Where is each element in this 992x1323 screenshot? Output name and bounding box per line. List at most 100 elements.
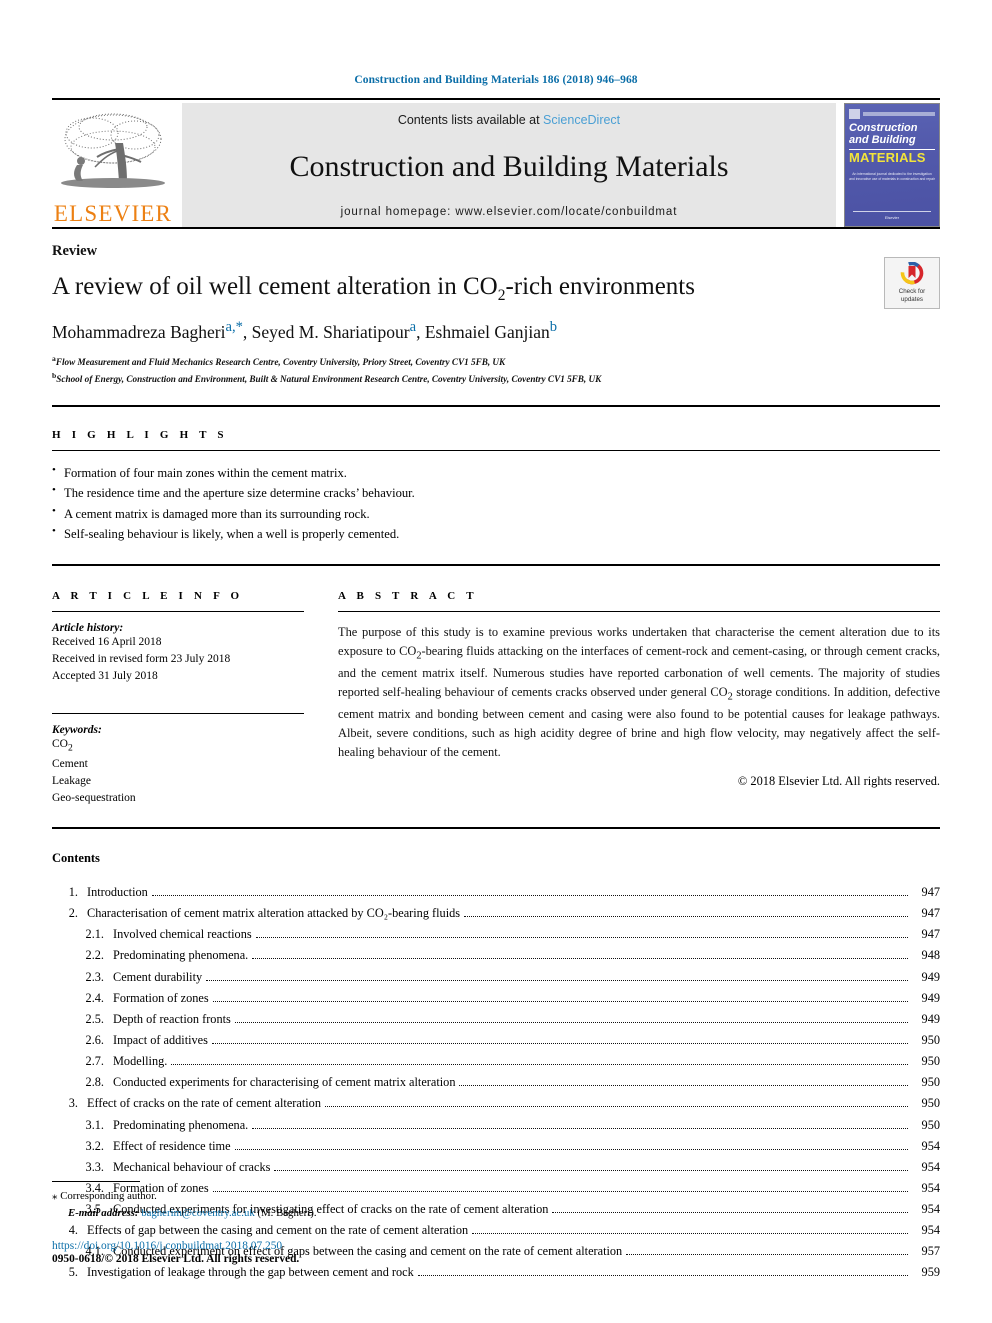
toc-leader-dots bbox=[211, 1042, 908, 1044]
toc-entry-page: 950 bbox=[921, 1054, 940, 1069]
toc-entry[interactable]: 3.3. Mechanical behaviour of cracks 954 bbox=[52, 1157, 940, 1178]
page-title: A review of oil well cement alteration i… bbox=[52, 272, 822, 305]
toc-entry-page: 950 bbox=[921, 1075, 940, 1090]
keyword-text: CO bbox=[52, 738, 68, 751]
list-item: The residence time and the aperture size… bbox=[52, 482, 940, 503]
highlights-section: H I G H L I G H T S Formation of four ma… bbox=[52, 429, 940, 545]
abstract-section: A B S T R A C T The purpose of this stud… bbox=[338, 590, 940, 807]
abstract-rule bbox=[338, 611, 940, 613]
toc-entry[interactable]: 2.7. Modelling. 950 bbox=[52, 1051, 940, 1072]
highlights-bottom-rule bbox=[52, 564, 940, 567]
toc-entry-number: 2.2. bbox=[85, 948, 104, 963]
keyword-item: CO2 bbox=[52, 736, 304, 755]
toc-entry[interactable]: 2.3. Cement durability 949 bbox=[52, 967, 940, 988]
toc-entry[interactable]: 3.2. Effect of residence time 954 bbox=[52, 1136, 940, 1157]
cover-rule bbox=[863, 112, 935, 116]
cover-footer: Elsevier bbox=[853, 211, 931, 220]
toc-entry[interactable]: 2.5. Depth of reaction fronts 949 bbox=[52, 1009, 940, 1030]
sciencedirect-link[interactable]: ScienceDirect bbox=[543, 113, 620, 127]
keyword-item: Leakage bbox=[52, 774, 91, 787]
toc-entry-label: Effect of residence time bbox=[113, 1138, 231, 1153]
contents-available-line: Contents lists available at ScienceDirec… bbox=[398, 113, 620, 127]
toc-entry-label: Formation of zones bbox=[113, 990, 209, 1005]
toc-entry-label: Modelling. bbox=[113, 1054, 168, 1069]
toc-entry[interactable]: 2.2. Predominating phenomena. 948 bbox=[52, 945, 940, 966]
highlights-heading: H I G H L I G H T S bbox=[52, 428, 228, 441]
toc-leader-dots bbox=[464, 916, 908, 918]
toc-entry-number: 2.4. bbox=[85, 990, 104, 1005]
toc-entry-number: 3.1. bbox=[85, 1117, 104, 1132]
toc-entry-page: 954 bbox=[921, 1159, 940, 1174]
toc-leader-dots bbox=[255, 937, 908, 939]
affiliation: bSchool of Energy, Construction and Envi… bbox=[52, 370, 940, 387]
highlights-rule bbox=[52, 449, 940, 451]
toc-entry-number: 5. bbox=[68, 1265, 78, 1280]
toc-entry[interactable]: 5. Investigation of leakage through the g… bbox=[52, 1262, 940, 1283]
author-marks: a,* bbox=[225, 319, 243, 336]
toc-entry[interactable]: 3.1. Predominating phenomena. 950 bbox=[52, 1115, 940, 1136]
toc-entry-page: 947 bbox=[921, 906, 940, 921]
toc-entry[interactable]: 2.8. Conducted experiments for characteri… bbox=[52, 1072, 940, 1093]
article-info-heading: A R T I C L E I N F O bbox=[52, 590, 244, 603]
list-item: Formation of four main zones within the … bbox=[52, 462, 940, 483]
toc-entry-page: 949 bbox=[921, 969, 940, 984]
running-head: Construction and Building Materials 186 … bbox=[354, 74, 638, 86]
keyword-item: Cement bbox=[52, 757, 88, 770]
toc-entry-page: 950 bbox=[921, 1096, 940, 1111]
toc-entry-number: 2.8. bbox=[85, 1075, 104, 1090]
toc-entry-label: Investigation of leakage through the gap… bbox=[87, 1265, 414, 1280]
history-revised: Received in revised form 23 July 2018 bbox=[52, 653, 231, 666]
toc-entry-label: Depth of reaction fronts bbox=[113, 1011, 231, 1026]
article-type: Review bbox=[52, 243, 98, 259]
keywords-rule bbox=[52, 713, 304, 715]
keywords-label: Keywords: bbox=[52, 724, 102, 737]
abstract-copyright: © 2018 Elsevier Ltd. All rights reserved… bbox=[737, 773, 940, 788]
history-accepted: Accepted 31 July 2018 bbox=[52, 670, 158, 683]
toc-entry[interactable]: 2.4. Formation of zones 949 bbox=[52, 988, 940, 1009]
toc-entry-number: 3. bbox=[68, 1096, 78, 1111]
toc-entry-number: 1. bbox=[68, 884, 78, 899]
doi-link[interactable]: https://doi.org/10.1016/j.conbuildmat.20… bbox=[52, 1240, 940, 1252]
author-list: Mohammadreza Bagheria,*, Seyed M. Sharia… bbox=[52, 319, 558, 343]
toc-leader-dots bbox=[234, 1148, 908, 1150]
journal-cover-thumbnail[interactable]: Construction and Building MATERIALS An i… bbox=[844, 103, 940, 227]
corresponding-text: Corresponding author. bbox=[60, 1190, 157, 1203]
list-item: Self-sealing behaviour is likely, when a… bbox=[52, 523, 940, 544]
elsevier-tree-icon bbox=[61, 113, 165, 188]
list-item: A cement matrix is damaged more than its… bbox=[52, 503, 940, 524]
article-header-rule bbox=[52, 404, 940, 407]
corresponding-author-note: ⁎ Corresponding author. bbox=[52, 1188, 940, 1205]
author-name[interactable]: Eshmaiel Ganjian bbox=[425, 322, 550, 342]
toc-entry-page: 948 bbox=[921, 948, 940, 963]
journal-homepage[interactable]: journal homepage: www.elsevier.com/locat… bbox=[341, 206, 678, 218]
journal-title: Construction and Building Materials bbox=[289, 149, 729, 183]
toc-entry-number: 3.2. bbox=[85, 1138, 104, 1153]
toc-entry[interactable]: 2.1. Involved chemical reactions 947 bbox=[52, 924, 940, 945]
elsevier-logo[interactable]: ELSEVIER bbox=[52, 103, 174, 227]
cover-blurb: An international journal dedicated to th… bbox=[849, 171, 935, 182]
cover-publisher-mark-icon bbox=[849, 109, 860, 119]
keyword-item: Geo-sequestration bbox=[52, 791, 136, 804]
journal-banner: Contents lists available at ScienceDirec… bbox=[182, 103, 836, 227]
toc-entry-number: 2.7. bbox=[85, 1054, 104, 1069]
toc-entry-page: 947 bbox=[921, 884, 940, 899]
asterisk-icon: ⁎ bbox=[52, 1190, 58, 1203]
toc-entry[interactable]: 3. Effect of cracks on the rate of cement… bbox=[52, 1093, 940, 1114]
journal-masthead: ELSEVIER Contents lists available at Sci… bbox=[52, 103, 940, 227]
toc-leader-dots bbox=[417, 1275, 908, 1277]
toc-entry-page: 947 bbox=[921, 927, 940, 942]
toc-entry[interactable]: 2. Characterisation of cement matrix alte… bbox=[52, 903, 940, 924]
toc-entry[interactable]: 2.6. Impact of additives 950 bbox=[52, 1030, 940, 1051]
author-name[interactable]: Mohammadreza Bagheri bbox=[52, 322, 225, 342]
toc-entry[interactable]: 1. Introduction 947 bbox=[52, 882, 940, 903]
email-link[interactable]: bagherim@coventry.ac.uk bbox=[141, 1207, 255, 1219]
abstract-heading: A B S T R A C T bbox=[338, 590, 478, 603]
toc-leader-dots bbox=[324, 1106, 908, 1108]
crossmark-badge[interactable]: Check for updates bbox=[884, 257, 940, 309]
cover-title-line2: and Building bbox=[849, 134, 916, 147]
toc-entry-number: 2. bbox=[68, 906, 78, 921]
abstract-bottom-rule bbox=[52, 826, 940, 829]
issn-copyright: 0950-0618/© 2018 Elsevier Ltd. All right… bbox=[52, 1253, 300, 1265]
author-name[interactable]: Seyed M. Shariatipour bbox=[252, 322, 410, 342]
toc-entry-number: 3.3. bbox=[85, 1159, 104, 1174]
